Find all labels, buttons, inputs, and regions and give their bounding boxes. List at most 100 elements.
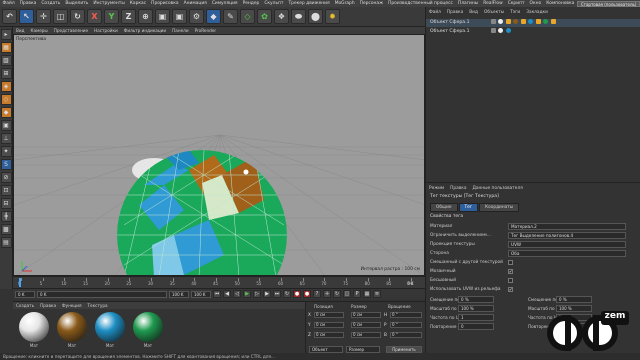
- menu-item[interactable]: Прорисовка: [149, 1, 181, 6]
- selection-tag-icon[interactable]: [550, 19, 556, 24]
- size-field[interactable]: 0 см: [351, 332, 381, 338]
- object-row[interactable]: Объект Сфера.1: [426, 28, 640, 36]
- camera-icon[interactable]: ⬤: [308, 9, 323, 24]
- scale-icon[interactable]: ◫: [53, 9, 68, 24]
- max-frame-field[interactable]: 100 K: [191, 290, 211, 298]
- snap-settings-icon[interactable]: ⊘: [0, 172, 12, 183]
- attribute-value-field[interactable]: Оба: [508, 250, 626, 257]
- go-to-start-icon[interactable]: ⏮: [213, 290, 221, 298]
- pla-key-icon[interactable]: ▦: [363, 290, 371, 298]
- render-view-icon[interactable]: ▣: [155, 9, 170, 24]
- attribute-checkbox[interactable]: [508, 278, 513, 283]
- coord-mode-select[interactable]: Объект: [309, 346, 343, 353]
- play-icon[interactable]: ▶: [243, 290, 251, 298]
- attribute-menu-item[interactable]: Режим: [426, 186, 447, 191]
- menu-item[interactable]: Инструменты: [91, 1, 127, 6]
- next-frame-icon[interactable]: ▷: [253, 290, 261, 298]
- attribute-value-field[interactable]: Тег Выделение полигонов.4: [508, 232, 626, 239]
- array-icon[interactable]: ✿: [257, 9, 272, 24]
- playhead[interactable]: [19, 278, 21, 287]
- cube-icon[interactable]: ◆: [206, 9, 221, 24]
- menu-item[interactable]: Создать: [39, 1, 63, 6]
- size-field[interactable]: 0 см: [351, 312, 381, 318]
- tweak-icon[interactable]: ✦: [0, 146, 12, 157]
- texture-mode-icon[interactable]: ▧: [0, 55, 12, 66]
- polygons-mode-icon[interactable]: ◆: [0, 107, 12, 118]
- menu-item[interactable]: Плагины: [455, 1, 480, 6]
- viewport-menu-item[interactable]: Панели: [169, 28, 191, 33]
- material-swatch[interactable]: Мат: [55, 312, 89, 348]
- attribute-value-field[interactable]: Материал.2: [508, 223, 626, 230]
- material-menu-item[interactable]: Текстура: [84, 303, 110, 308]
- prev-key-icon[interactable]: ◀: [223, 290, 231, 298]
- menu-item[interactable]: Скульпт: [262, 1, 286, 6]
- viewport-menu-item[interactable]: Камеры: [28, 28, 51, 33]
- rotate-key-icon[interactable]: ↻: [333, 290, 341, 298]
- viewport-scene[interactable]: [14, 35, 425, 276]
- viewport-menu-item[interactable]: Настройки: [91, 28, 121, 33]
- live-select-icon[interactable]: ↖: [19, 9, 34, 24]
- menu-item[interactable]: Симуляция: [209, 1, 240, 6]
- material-tag-icon[interactable]: [528, 19, 534, 24]
- y-axis-button[interactable]: Y: [104, 9, 119, 24]
- uv-param-field[interactable]: 0 %: [458, 296, 494, 303]
- menu-item[interactable]: Рендер: [240, 1, 262, 6]
- timeline[interactable]: 0510152025303540455055606570758085900 K: [13, 276, 425, 288]
- rotation-field[interactable]: 0 °: [390, 332, 422, 338]
- selection-tag-icon[interactable]: [520, 19, 526, 24]
- menu-item[interactable]: RealFlow: [481, 1, 506, 6]
- rotation-field[interactable]: 0 °: [390, 322, 422, 328]
- model-mode-icon[interactable]: ▦: [0, 42, 12, 53]
- viewport-menu-item[interactable]: Вид: [13, 28, 28, 33]
- next-key-icon[interactable]: ▶: [263, 290, 271, 298]
- material-tag-icon[interactable]: [543, 19, 549, 24]
- end-frame-field[interactable]: 100 K: [169, 290, 189, 298]
- make-editable-icon[interactable]: ▸: [0, 29, 12, 40]
- autokey-icon[interactable]: ●: [303, 290, 311, 298]
- prev-frame-icon[interactable]: ◁: [233, 290, 241, 298]
- visibility-icon[interactable]: [490, 19, 496, 24]
- timeline-menu-icon[interactable]: ≡: [373, 290, 381, 298]
- rotate-icon[interactable]: ↻: [70, 9, 85, 24]
- menu-item[interactable]: Скрипт: [505, 1, 527, 6]
- layout-select[interactable]: Стартовая (пользователь): [576, 0, 640, 7]
- apply-button[interactable]: Применить: [386, 346, 422, 353]
- uv-param-field[interactable]: 0 %: [556, 296, 592, 303]
- scale-key-icon[interactable]: ◫: [343, 290, 351, 298]
- uv-param-field[interactable]: 0: [458, 323, 494, 330]
- material-swatch[interactable]: Мат: [93, 312, 127, 348]
- menu-item[interactable]: Персонаж: [357, 1, 385, 6]
- render-picture-icon[interactable]: ▣: [172, 9, 187, 24]
- timeline-ruler[interactable]: 0510152025303540455055606570758085900 K: [15, 278, 423, 288]
- deformer-icon[interactable]: ❖: [274, 9, 289, 24]
- subdivision-icon[interactable]: ◇: [240, 9, 255, 24]
- viewport-menu-item[interactable]: ProRender: [192, 28, 220, 33]
- viewport-solo-icon[interactable]: ▤: [0, 237, 12, 248]
- attribute-checkbox[interactable]: ✔: [508, 269, 513, 274]
- uvw-mode-icon[interactable]: ▣: [0, 120, 12, 131]
- object-menu-item[interactable]: Правка: [444, 10, 466, 15]
- material-menu-item[interactable]: Создать: [13, 303, 37, 308]
- position-field[interactable]: 0 см: [314, 332, 344, 338]
- planar-workplane-icon[interactable]: ⊟: [0, 198, 12, 209]
- menu-item[interactable]: Производственный процесс: [386, 1, 456, 6]
- loop-icon[interactable]: ↻: [283, 290, 291, 298]
- material-tag-icon[interactable]: [498, 28, 504, 33]
- tab-coordinates[interactable]: Координаты: [479, 203, 520, 212]
- menu-item[interactable]: Компоновка: [544, 1, 577, 6]
- lock-workplane-icon[interactable]: ⊡: [0, 185, 12, 196]
- environment-icon[interactable]: ⬬: [291, 9, 306, 24]
- object-menu-item[interactable]: Вид: [466, 10, 481, 15]
- viewport-menu-item[interactable]: Фильтр индикации: [121, 28, 169, 33]
- menu-item[interactable]: MoGraph: [332, 1, 357, 6]
- menu-item[interactable]: Файл: [0, 1, 17, 6]
- object-row[interactable]: Объект Сфера.1: [426, 19, 640, 27]
- tab-tag[interactable]: Тег: [458, 203, 479, 212]
- menu-item[interactable]: Окно: [527, 1, 544, 6]
- selection-tag-icon[interactable]: [505, 19, 511, 24]
- size-mode-select[interactable]: Размер: [346, 346, 380, 353]
- object-menu-item[interactable]: Закладки: [523, 10, 551, 15]
- material-tag-icon[interactable]: [498, 19, 504, 24]
- menu-item[interactable]: Выделить: [63, 1, 91, 6]
- selection-tag-icon[interactable]: [535, 19, 541, 24]
